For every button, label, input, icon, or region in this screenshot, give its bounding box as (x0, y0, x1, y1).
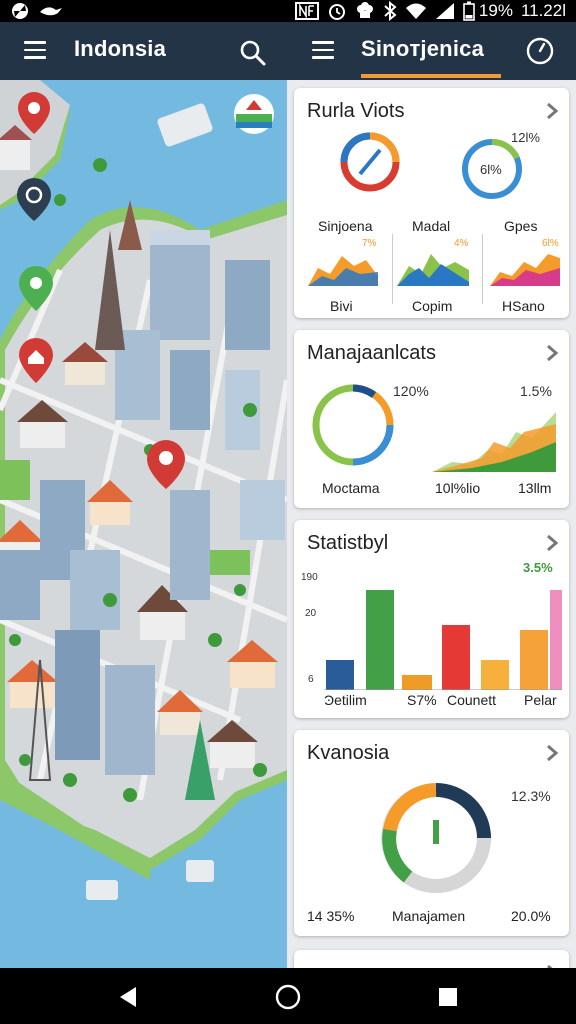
bluetooth-icon (384, 1, 397, 21)
y-tick: 20 (305, 608, 317, 619)
right-value: 1.5% (520, 383, 552, 399)
back-icon[interactable] (114, 983, 142, 1011)
recents-icon[interactable] (434, 983, 462, 1011)
chart-bar (550, 590, 562, 690)
donut-label: 120% (393, 383, 429, 399)
tab-active-title[interactable]: Sinoтjenica (361, 36, 484, 62)
bottom-label: HSano (502, 298, 545, 314)
donut-chart (312, 384, 394, 466)
bottom-label: Moctama (322, 480, 380, 496)
area-chart (432, 412, 556, 472)
menu-icon[interactable] (312, 41, 334, 59)
card-partial[interactable] (294, 950, 569, 968)
left-app-title: Indonsia (74, 36, 167, 61)
chart-bar (326, 660, 354, 690)
flag-badge (234, 94, 274, 134)
right-value: 12.3% (511, 788, 551, 804)
row-label: Madal (412, 218, 451, 234)
menu-icon[interactable] (24, 41, 46, 59)
search-icon[interactable] (239, 39, 267, 67)
bird-icon (40, 7, 62, 16)
chevron-right-icon[interactable] (545, 534, 559, 552)
bottom-label: Bivi (330, 298, 353, 314)
chart-bar (520, 630, 548, 690)
alarm-icon (328, 4, 345, 20)
mini-area-chart (308, 256, 378, 286)
bottom-label: Manajamen (392, 908, 466, 924)
status-bar: 19% 11.22l (0, 0, 576, 22)
card-title: Manajaanlcats (307, 342, 436, 364)
y-tick: 6 (308, 674, 314, 685)
chef-icon (356, 2, 373, 18)
card-title: Kvanosia (307, 742, 390, 764)
chart-bar (481, 660, 509, 690)
chart-bar (442, 625, 470, 690)
chart-bar (402, 675, 432, 690)
ring-value: 6l% (480, 162, 502, 177)
mini-area-chart (490, 254, 560, 286)
x-label: Pelar (524, 692, 557, 708)
left-app-bar: Indonsia (0, 22, 287, 80)
clock-time: 11.22l (520, 1, 566, 20)
chevron-right-icon[interactable] (545, 744, 559, 762)
clock-icon[interactable] (526, 37, 554, 65)
x-label: Ͽetilim (324, 692, 367, 708)
signal-icon (435, 3, 454, 19)
chevron-right-icon[interactable] (545, 102, 559, 120)
card-manajaanlcats[interactable]: Manajaanlcats 120% 1.5% Moctama 10l%lio … (294, 330, 569, 508)
right-app-bar: Sinoтjenica (287, 22, 576, 80)
row-label: Sinjoena (318, 218, 373, 234)
city-map[interactable] (0, 80, 287, 968)
wifi-icon (405, 3, 426, 19)
tab-indicator (361, 74, 501, 78)
card-kvanosia[interactable]: Kvanosia 12.3% 14 35% Manajamen 20.0% (294, 730, 569, 936)
y-tick: 190 (301, 572, 318, 583)
bottom-label: 14 35% (307, 908, 355, 924)
chevron-right-icon[interactable] (545, 344, 559, 362)
donut-chart (381, 783, 491, 893)
bottom-label: 13llm (518, 480, 552, 496)
pinwheel-icon (12, 3, 28, 19)
bottom-label: 10l%lio (435, 480, 481, 496)
card-statistbyl[interactable]: Statistbyl 3.5% 190 20 6 Ͽetilim S7% Cou… (294, 520, 569, 718)
chart-bar (366, 590, 394, 690)
stats-panel: Rurla Viots 12l% 6l% Sinjoena Madal Gpes… (287, 80, 576, 968)
card-title: Statistbyl (307, 532, 389, 554)
gauge-ring-icon (340, 132, 400, 192)
bottom-label: Copim (412, 298, 453, 314)
mini-area-chart (397, 254, 469, 286)
nfc-icon (294, 2, 319, 20)
row-label: Gpes (504, 218, 538, 234)
card-title: Rurla Viots (307, 100, 405, 122)
x-label: Counett (447, 692, 497, 708)
bar-chart (324, 590, 562, 690)
home-icon[interactable] (274, 983, 302, 1011)
bottom-label: 20.0% (511, 908, 551, 924)
battery-percent: 19% (478, 1, 513, 20)
navigation-bar (0, 968, 576, 1024)
battery-icon (463, 1, 475, 21)
x-label: S7% (407, 692, 437, 708)
card-rurla-viots[interactable]: Rurla Viots 12l% 6l% Sinjoena Madal Gpes… (294, 88, 569, 318)
